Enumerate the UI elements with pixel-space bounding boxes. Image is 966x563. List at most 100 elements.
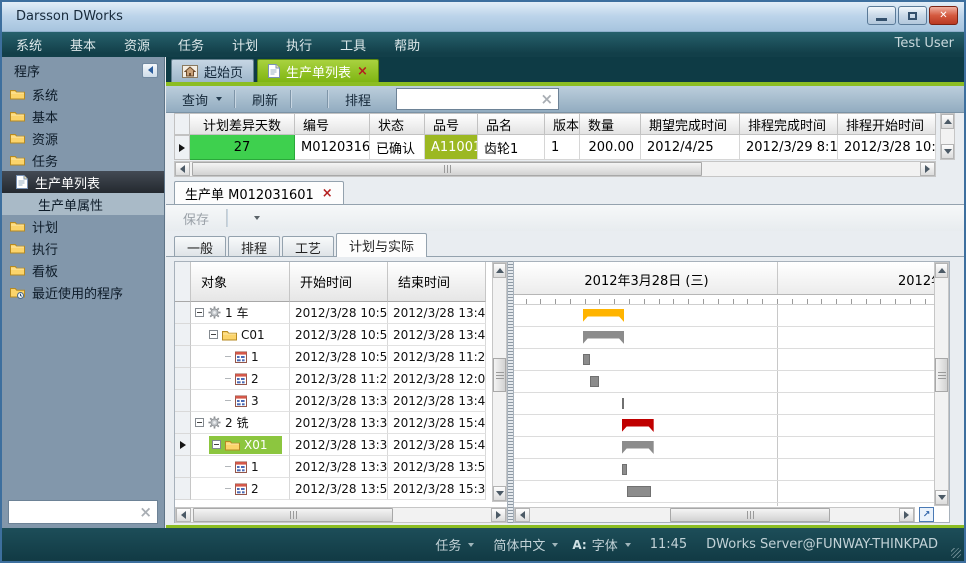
menu-item-8[interactable]: 帮助	[380, 32, 434, 57]
sidebar-item-3[interactable]: 资源	[2, 127, 164, 149]
sidebar-item-6[interactable]: 生产单属性	[2, 193, 164, 215]
subtab-4[interactable]: 计划与实际	[336, 233, 427, 257]
scroll-down-button[interactable]	[941, 144, 954, 159]
grid-column-header[interactable]: 计划差异天数	[190, 113, 295, 135]
broom-icon[interactable]	[380, 97, 386, 101]
menu-item-7[interactable]: 工具	[326, 32, 380, 57]
status-font-menu[interactable]: A: 字体	[572, 535, 630, 554]
tree-row[interactable]: 32012/3/28 13:302012/3/28 13:40	[175, 390, 486, 412]
tree-object-cell[interactable]: 2	[191, 478, 290, 500]
tree-object-cell[interactable]: 2	[191, 368, 290, 390]
tab-close-icon[interactable]: ×	[357, 64, 368, 79]
tree-object-cell[interactable]: C01	[191, 324, 290, 346]
sidebar-item-2[interactable]: 基本	[2, 105, 164, 127]
menu-item-1[interactable]: 系统	[2, 32, 56, 57]
subtab-3[interactable]: 工艺	[282, 236, 334, 257]
scroll-thumb[interactable]	[670, 508, 830, 522]
scroll-thumb[interactable]	[193, 508, 393, 522]
scroll-thumb[interactable]	[935, 358, 948, 392]
gantt-bar-task[interactable]	[622, 464, 627, 475]
tree-row[interactable]: X012012/3/28 13:302012/3/28 15:40	[175, 434, 486, 456]
grid-vertical-scrollbar[interactable]	[940, 113, 955, 160]
scroll-up-button[interactable]	[493, 263, 506, 278]
sidebar-item-5[interactable]: 生产单列表	[2, 171, 164, 193]
tree-expander-icon[interactable]	[195, 308, 204, 317]
grid-horizontal-scrollbar[interactable]	[174, 161, 936, 177]
sidebar-item-9[interactable]: 看板	[2, 259, 164, 281]
grid-column-header[interactable]: 状态	[370, 113, 425, 135]
minimize-button[interactable]	[867, 6, 896, 25]
grid-column-header[interactable]: 排程完成时间	[740, 113, 838, 135]
grid-column-header[interactable]: 品号	[425, 113, 478, 135]
gantt-vertical-scrollbar[interactable]	[934, 262, 949, 506]
order-row[interactable]: 27M012031601已确认A11001齿轮11200.002012/4/25…	[174, 135, 936, 160]
tree-row[interactable]: 22012/3/28 13:502012/3/28 15:30	[175, 478, 486, 500]
grid-column-header[interactable]: 品名	[478, 113, 545, 135]
tree-expander-icon[interactable]	[209, 330, 218, 339]
scroll-left-button[interactable]	[175, 162, 190, 176]
edit-pencil-icon[interactable]	[312, 97, 318, 101]
tree-row[interactable]: C012012/3/28 10:522012/3/28 13:40	[175, 324, 486, 346]
close-button[interactable]: ✕	[929, 6, 958, 25]
subtab-2[interactable]: 排程	[228, 236, 280, 257]
tree-object-cell[interactable]: 3	[191, 390, 290, 412]
scroll-up-button[interactable]	[935, 263, 948, 278]
status-language-menu[interactable]: 简体中文	[488, 535, 558, 554]
tree-column-header[interactable]: 结束时间	[388, 262, 486, 302]
toolbar-search-clear-icon[interactable]: ×	[540, 92, 553, 107]
scroll-thumb[interactable]	[192, 162, 702, 176]
scroll-down-button[interactable]	[935, 490, 948, 505]
resize-grip[interactable]	[951, 548, 961, 558]
tree-object-cell[interactable]: 1	[191, 346, 290, 368]
new-document-icon[interactable]	[300, 97, 306, 101]
gantt-bar-task[interactable]	[590, 376, 599, 387]
scroll-right-button[interactable]	[920, 162, 935, 176]
menu-item-4[interactable]: 任务	[164, 32, 218, 57]
subtab-1[interactable]: 一般	[174, 236, 226, 257]
tab-home[interactable]: 起始页	[171, 59, 254, 82]
order-document-tab[interactable]: 生产单 M012031601 ×	[174, 181, 344, 205]
scroll-right-button[interactable]	[491, 508, 506, 522]
query-button[interactable]: 查询	[174, 88, 225, 111]
scroll-left-button[interactable]	[515, 508, 530, 522]
gantt-bar-task[interactable]	[622, 398, 625, 409]
tree-object-cell[interactable]: 2 铣	[191, 412, 290, 434]
tree-column-header[interactable]: 对象	[191, 262, 290, 302]
sidebar-item-7[interactable]: 计划	[2, 215, 164, 237]
sidebar-item-10[interactable]: 最近使用的程序	[2, 281, 164, 303]
tree-row[interactable]: 2 铣2012/3/28 13:302012/3/28 15:40	[175, 412, 486, 434]
scroll-left-button[interactable]	[176, 508, 191, 522]
gantt-bar-task[interactable]	[583, 354, 590, 365]
grid-column-header[interactable]: 版本	[545, 113, 580, 135]
grid-column-header[interactable]: 排程开始时间	[838, 113, 936, 135]
tree-object-cell[interactable]: 1 车	[191, 302, 290, 324]
tree-object-cell[interactable]: 1	[191, 456, 290, 478]
tree-horizontal-scrollbar[interactable]	[175, 507, 507, 523]
refresh-button[interactable]: 刷新	[244, 88, 281, 111]
grid-column-header[interactable]: 编号	[295, 113, 370, 135]
tree-column-header[interactable]: 开始时间	[290, 262, 388, 302]
toolbar-search-input[interactable]	[406, 91, 536, 107]
tree-row[interactable]: 1 车2012/3/28 10:522012/3/28 13:40	[175, 302, 486, 324]
menu-item-6[interactable]: 执行	[272, 32, 326, 57]
gantt-bar-task[interactable]	[627, 486, 652, 497]
query-dropdown-icon[interactable]	[216, 97, 222, 101]
tree-vertical-scrollbar[interactable]	[492, 262, 507, 502]
maximize-button[interactable]	[898, 6, 927, 25]
scroll-down-button[interactable]	[493, 486, 506, 501]
sidebar-collapse-button[interactable]	[142, 63, 158, 78]
gantt-expand-icon[interactable]: ↗	[919, 507, 934, 522]
order-document-close-icon[interactable]: ×	[322, 186, 333, 201]
scroll-right-button[interactable]	[899, 508, 914, 522]
scroll-up-button[interactable]	[941, 114, 954, 129]
tree-row[interactable]: 12012/3/28 13:302012/3/28 13:50	[175, 456, 486, 478]
scroll-thumb[interactable]	[493, 358, 506, 392]
menu-item-2[interactable]: 基本	[56, 32, 110, 57]
status-task-menu[interactable]: 任务	[430, 535, 474, 554]
tree-expander-icon[interactable]	[212, 440, 221, 449]
grid-column-header[interactable]: 数量	[580, 113, 641, 135]
schedule-button[interactable]: 排程	[337, 88, 374, 111]
sidebar-item-1[interactable]: 系统	[2, 83, 164, 105]
gantt-horizontal-scrollbar[interactable]	[514, 507, 915, 523]
tree-row[interactable]: 12012/3/28 10:522012/3/28 11:22	[175, 346, 486, 368]
